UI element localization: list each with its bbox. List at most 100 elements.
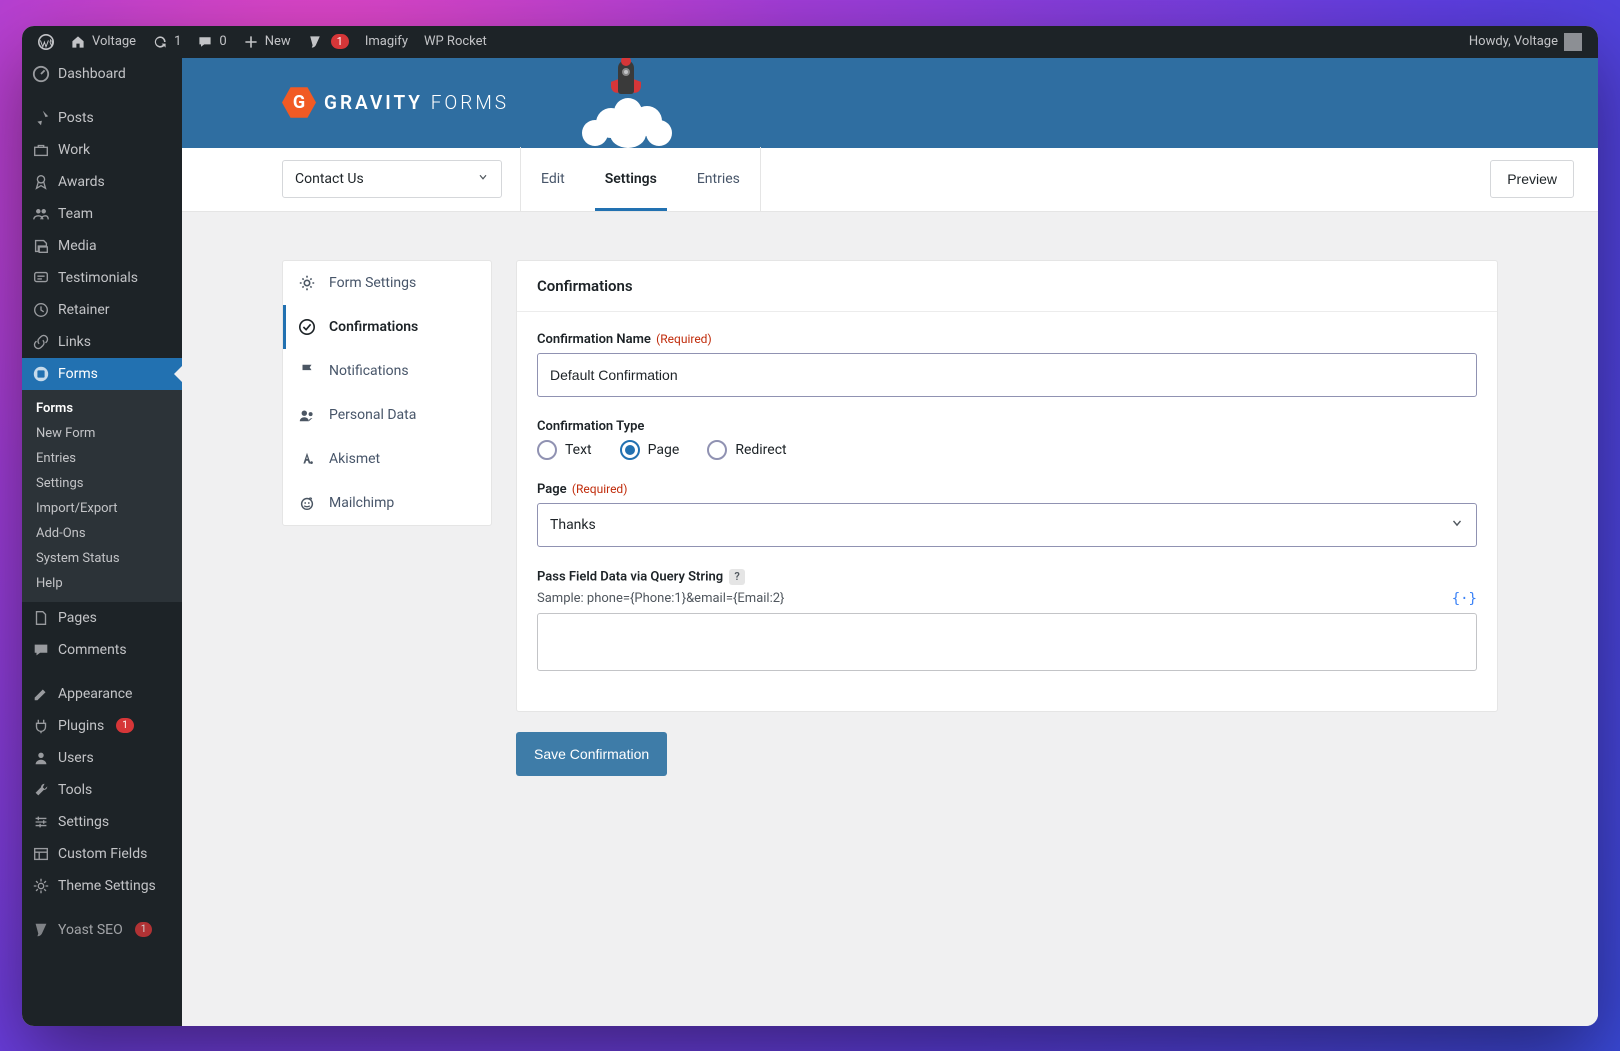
site-name[interactable]: Voltage [62,26,144,58]
wp-rocket-label: WP Rocket [424,34,487,49]
menu-awards[interactable]: Awards [22,166,182,198]
tab-entries[interactable]: Entries [677,147,760,211]
settings-nav-personal-data[interactable]: Personal Data [283,393,491,437]
radio-text[interactable]: Text [537,440,592,460]
gravity-forms-banner: G GRAVITY FORMS [182,58,1598,148]
confirmation-name-label: Confirmation Name (Required) [537,332,1477,347]
submenu-settings[interactable]: Settings [22,471,182,496]
menu-media[interactable]: Media [22,230,182,262]
yoast-icon [32,921,50,939]
merge-tag-icon[interactable]: {·} [1452,591,1477,607]
appearance-icon [32,685,50,703]
settings-wrap: Form Settings Confirmations Notification… [182,212,1598,816]
submenu-label: Import/Export [36,501,118,516]
wp-logo[interactable] [30,26,62,58]
settings-nav-confirmations[interactable]: Confirmations [283,305,491,349]
label-text: Confirmation Name [537,332,651,347]
pages-icon [32,609,50,627]
label-text: Pass Field Data via Query String [537,569,723,584]
updates[interactable]: 1 [144,26,189,58]
radio-page[interactable]: Page [620,440,680,460]
page-label: Page (Required) [537,482,1477,497]
form-switcher-label: Contact Us [295,171,364,187]
yoast[interactable]: 1 [299,26,357,58]
yoast-menu-badge: 1 [135,922,153,937]
settings-nav-akismet[interactable]: Akismet [283,437,491,481]
confirmation-name-input[interactable] [537,353,1477,397]
wp-rocket[interactable]: WP Rocket [416,26,495,58]
menu-theme-settings[interactable]: Theme Settings [22,870,182,902]
tab-label: Settings [605,171,657,187]
save-confirmation-button[interactable]: Save Confirmation [516,732,667,776]
radio-label: Text [565,442,592,458]
tab-settings[interactable]: Settings [585,147,677,211]
submenu-entries[interactable]: Entries [22,446,182,471]
menu-comments[interactable]: Comments [22,634,182,666]
chevron-down-icon [1450,516,1464,534]
menu-yoast-seo[interactable]: Yoast SEO1 [22,914,182,946]
menu-team[interactable]: Team [22,198,182,230]
settings-nav-label: Notifications [329,363,409,379]
radio-dot-icon [537,440,557,460]
quote-icon [32,269,50,287]
submenu-forms[interactable]: Forms [22,396,182,421]
menu-label: Theme Settings [58,878,156,894]
query-sample-text: Sample: phone={Phone:1}&email={Email:2} [537,591,784,606]
menu-label: Team [58,206,93,222]
brand-bold: GRAVITY [324,91,423,114]
page-select[interactable]: Thanks [537,503,1477,547]
menu-settings[interactable]: Settings [22,806,182,838]
menu-label: Appearance [58,686,132,702]
menu-label: Plugins [58,718,104,734]
akismet-icon [297,449,317,469]
form-switcher[interactable]: Contact Us [282,160,502,198]
submenu-addons[interactable]: Add-Ons [22,521,182,546]
menu-dashboard[interactable]: Dashboard [22,58,182,90]
submenu-new-form[interactable]: New Form [22,421,182,446]
settings-nav-mailchimp[interactable]: Mailchimp [283,481,491,525]
settings-nav-notifications[interactable]: Notifications [283,349,491,393]
menu-pages[interactable]: Pages [22,602,182,634]
comments-toggle[interactable]: 0 [189,26,234,58]
menu-plugins[interactable]: Plugins1 [22,710,182,742]
menu-users[interactable]: Users [22,742,182,774]
preview-button[interactable]: Preview [1490,160,1574,198]
menu-label: Comments [58,642,127,658]
new-content[interactable]: New [235,26,299,58]
tab-label: Entries [697,171,740,187]
menu-label: Forms [58,366,98,382]
submenu-system-status[interactable]: System Status [22,546,182,571]
menu-label: Users [58,750,94,766]
tab-edit[interactable]: Edit [521,147,585,211]
comments-count: 0 [219,34,226,49]
menu-custom-fields[interactable]: Custom Fields [22,838,182,870]
menu-work[interactable]: Work [22,134,182,166]
menu-retainer[interactable]: Retainer [22,294,182,326]
menu-appearance[interactable]: Appearance [22,678,182,710]
imagify[interactable]: Imagify [357,26,416,58]
rocket-icon [572,58,672,148]
help-icon[interactable]: ? [729,569,745,585]
menu-label: Pages [58,610,97,626]
menu-label: Posts [58,110,94,126]
submenu-help[interactable]: Help [22,571,182,596]
label-text: Page [537,482,567,497]
menu-label: Media [58,238,97,254]
menu-posts[interactable]: Posts [22,102,182,134]
menu-testimonials[interactable]: Testimonials [22,262,182,294]
settings-nav-form-settings[interactable]: Form Settings [283,261,491,305]
menu-links[interactable]: Links [22,326,182,358]
menu-tools[interactable]: Tools [22,774,182,806]
submenu-import-export[interactable]: Import/Export [22,496,182,521]
radio-redirect[interactable]: Redirect [707,440,786,460]
howdy-label: Howdy, Voltage [1469,34,1558,49]
plugin-icon [32,717,50,735]
menu-forms[interactable]: Forms [22,358,182,390]
confirmation-type-radios: Text Page Redirect [537,440,1477,460]
query-string-input[interactable] [537,613,1477,671]
admin-sidebar: Dashboard Posts Work Awards Team Media T… [22,58,182,1026]
home-icon [70,34,86,50]
howdy-account[interactable]: Howdy, Voltage [1461,26,1590,58]
flag-icon [297,361,317,381]
clock-icon [32,301,50,319]
